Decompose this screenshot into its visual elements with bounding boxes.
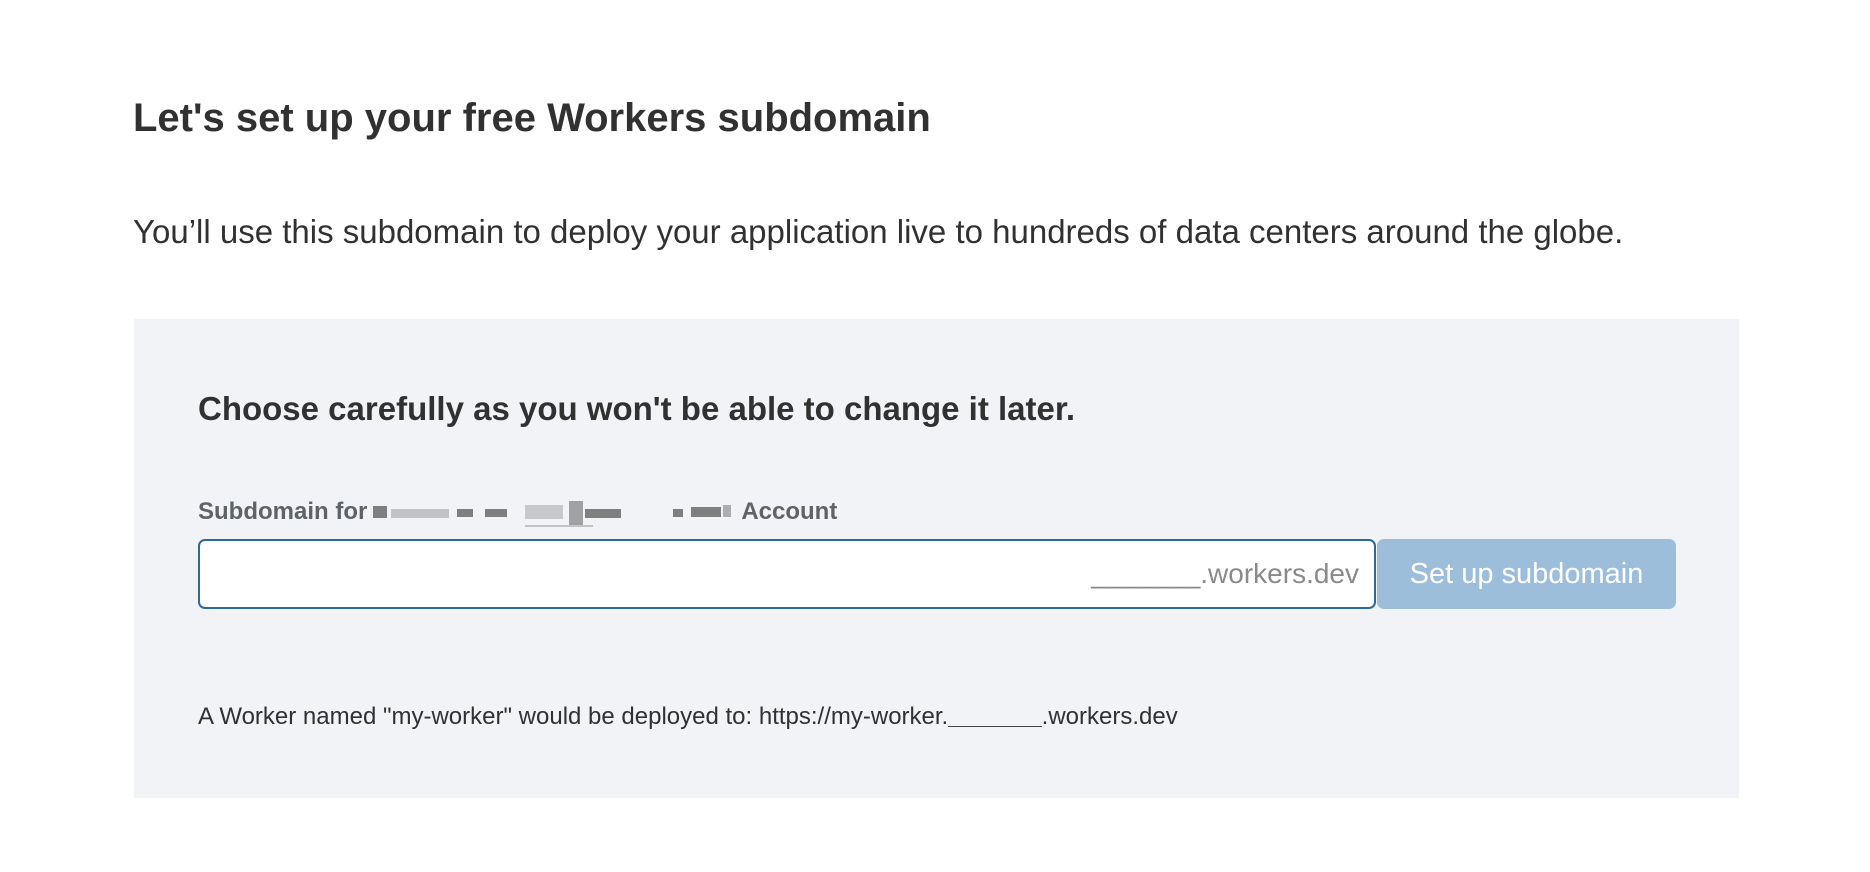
subdomain-input-wrapper: _______.workers.dev — [198, 539, 1376, 609]
page-title: Let's set up your free Workers subdomain — [133, 96, 931, 140]
deploy-note-prefix: A Worker named "my-worker" would be depl… — [198, 703, 949, 730]
deploy-note-blank: _______ — [948, 703, 1042, 730]
subdomain-input-row: _______.workers.dev Set up subdomain — [198, 539, 1676, 609]
subdomain-input[interactable] — [200, 541, 1092, 607]
set-up-subdomain-button[interactable]: Set up subdomain — [1377, 539, 1676, 609]
redacted-account-name — [373, 497, 735, 527]
subdomain-panel: Choose carefully as you won't be able to… — [134, 319, 1739, 798]
subdomain-field-label: Subdomain for Account — [198, 496, 837, 528]
workers-dev-suffix: _______.workers.dev — [1091, 558, 1359, 589]
deploy-url-note: A Worker named "my-worker" would be depl… — [198, 701, 1178, 733]
label-suffix: Account — [741, 498, 838, 525]
label-prefix: Subdomain for — [198, 498, 368, 525]
panel-heading: Choose carefully as you won't be able to… — [198, 390, 1076, 427]
intro-text: You’ll use this subdomain to deploy your… — [133, 213, 1624, 250]
deploy-note-suffix: .workers.dev — [1041, 703, 1178, 730]
